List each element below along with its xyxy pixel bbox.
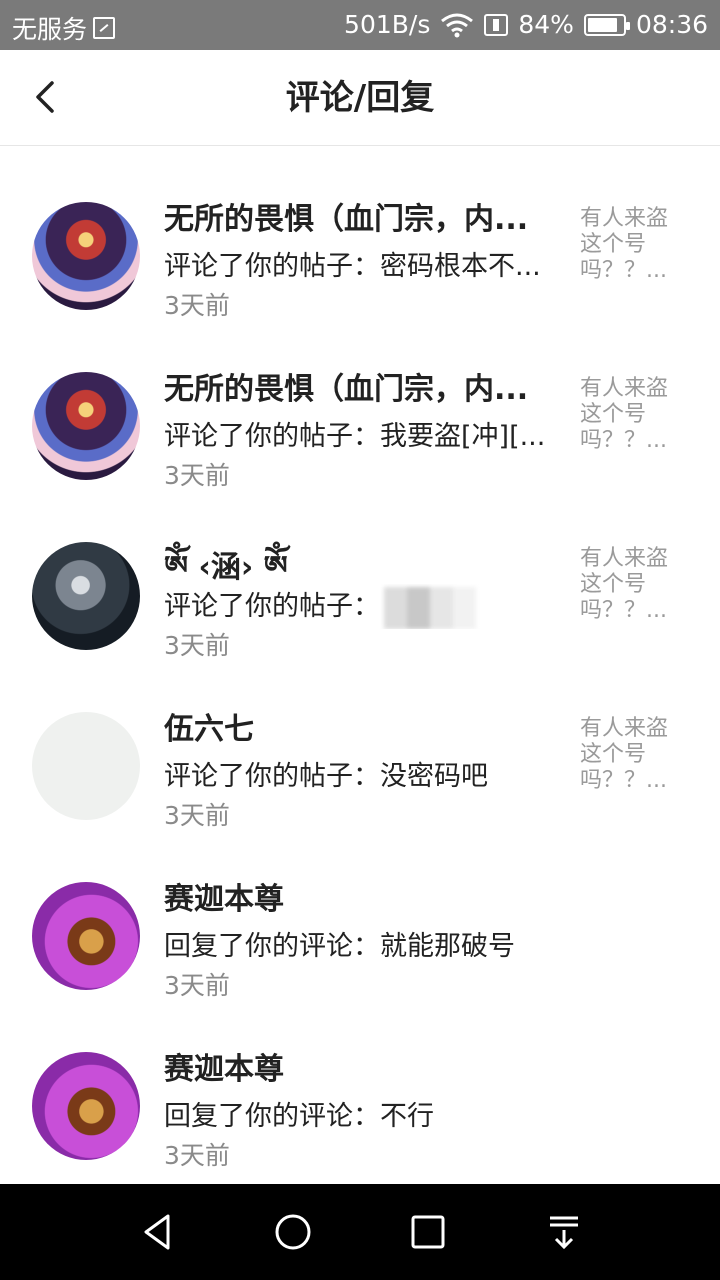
list-item[interactable]: 无所的畏惧（血门宗，内... 评论了你的帖子：密码根本不... 3天前 有人来盗… — [0, 146, 720, 320]
avatar[interactable] — [32, 882, 140, 990]
post-excerpt: 有人来盗 这个号 吗？？... — [580, 206, 669, 283]
navigation-bar — [0, 1184, 720, 1280]
avatar[interactable] — [32, 202, 140, 310]
avatar[interactable] — [32, 542, 140, 650]
back-triangle-icon — [144, 1214, 170, 1250]
comment-text: 评论了你的帖子：没密码吧 — [164, 761, 488, 792]
list-item[interactable]: 赛迦本尊 回复了你的评论：就能那破号 3天前 — [0, 826, 720, 1000]
list-item[interactable]: ༀ ‹涵› ༀ 评论了你的帖子： 3天前 有人来盗 这个号 吗？？... — [0, 486, 720, 660]
list-item[interactable]: 伍六七 评论了你的帖子：没密码吧 3天前 有人来盗 这个号 吗？？... — [0, 656, 720, 830]
battery-percent: 84% — [518, 10, 574, 39]
comment-text: 回复了你的评论：不行 — [164, 1101, 434, 1132]
post-excerpt: 有人来盗 这个号 吗？？... — [580, 376, 669, 453]
notification-pulldown-icon — [550, 1216, 578, 1250]
blurred-image[interactable] — [384, 586, 476, 629]
user-name: 无所的畏惧（血门宗，内... — [164, 202, 529, 237]
nav-notification-button[interactable] — [534, 1202, 594, 1262]
comment-prefix: 评论了你的帖子： — [164, 591, 380, 622]
avatar[interactable] — [32, 372, 140, 480]
recents-square-icon — [411, 1215, 445, 1249]
nav-home-button[interactable] — [263, 1202, 323, 1262]
page-title: 评论/回复 — [285, 78, 435, 118]
user-name: 无所的畏惧（血门宗，内... — [164, 372, 529, 407]
nav-back-button[interactable] — [128, 1202, 188, 1262]
chevron-left-icon — [36, 81, 54, 113]
list-item[interactable]: 无所的畏惧（血门宗，内... 评论了你的帖子：我要盗[冲][... 3天前 有人… — [0, 316, 720, 490]
wifi-icon — [441, 13, 474, 37]
battery-icon — [583, 13, 630, 36]
comment-text: 评论了你的帖子： — [164, 584, 548, 629]
post-excerpt: 有人来盗 这个号 吗？？... — [580, 546, 669, 623]
status-right: 501B/s 84% 08:36 — [344, 10, 708, 39]
comment-list: 无所的畏惧（血门宗，内... 评论了你的帖子：密码根本不... 3天前 有人来盗… — [0, 146, 720, 1184]
home-circle-icon — [275, 1214, 311, 1250]
network-speed: 501B/s — [344, 10, 431, 39]
user-name: 赛迦本尊 — [164, 1052, 284, 1087]
comment-text: 评论了你的帖子：密码根本不... — [164, 251, 541, 282]
back-button[interactable] — [22, 72, 72, 122]
sim-icon — [93, 17, 116, 39]
user-name: 伍六七 — [164, 712, 254, 747]
comment-text: 回复了你的评论：就能那破号 — [164, 931, 515, 962]
comment-text: 评论了你的帖子：我要盗[冲][... — [164, 421, 546, 452]
battery-level — [587, 17, 617, 32]
user-name: 赛迦本尊 — [164, 882, 284, 917]
data-icon — [484, 13, 509, 36]
header: 评论/回复 — [0, 50, 720, 146]
post-excerpt: 有人来盗 这个号 吗？？... — [580, 716, 669, 793]
avatar[interactable] — [32, 712, 140, 820]
carrier-text: 无服务 — [12, 15, 88, 44]
avatar[interactable] — [32, 1052, 140, 1160]
nav-recents-button[interactable] — [398, 1202, 458, 1262]
timestamp: 3天前 — [164, 1141, 230, 1170]
clock: 08:36 — [635, 10, 708, 39]
status-left: 无服务 — [12, 10, 116, 46]
list-item[interactable]: 赛迦本尊 回复了你的评论：不行 3天前 — [0, 996, 720, 1170]
status-bar: 无服务 501B/s 84% 08:36 — [0, 0, 720, 50]
